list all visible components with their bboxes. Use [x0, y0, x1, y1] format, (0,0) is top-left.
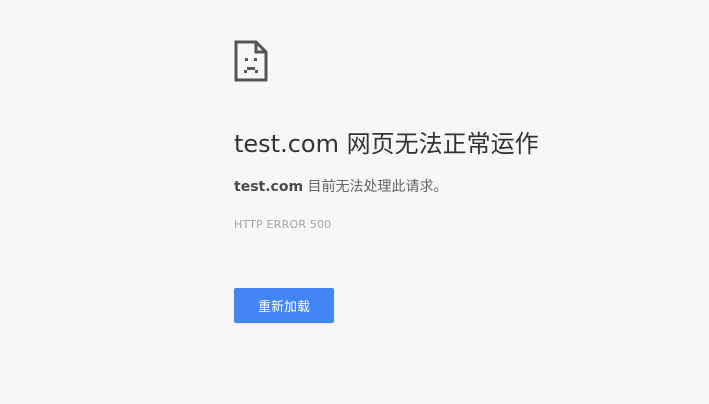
error-title: test.com 网页无法正常运作	[234, 129, 539, 159]
error-page: test.com 网页无法正常运作 test.com 目前无法处理此请求。 HT…	[234, 40, 654, 323]
error-title-text: 网页无法正常运作	[346, 130, 539, 158]
reload-button[interactable]: 重新加载	[234, 288, 334, 323]
sad-page-icon	[234, 40, 654, 82]
error-message-host: test.com	[234, 179, 304, 195]
error-code: HTTP ERROR 500	[234, 218, 332, 231]
error-title-host: test.com	[234, 130, 339, 158]
error-message: test.com 目前无法处理此请求。	[234, 177, 448, 197]
error-message-text: 目前无法处理此请求。	[307, 179, 448, 195]
